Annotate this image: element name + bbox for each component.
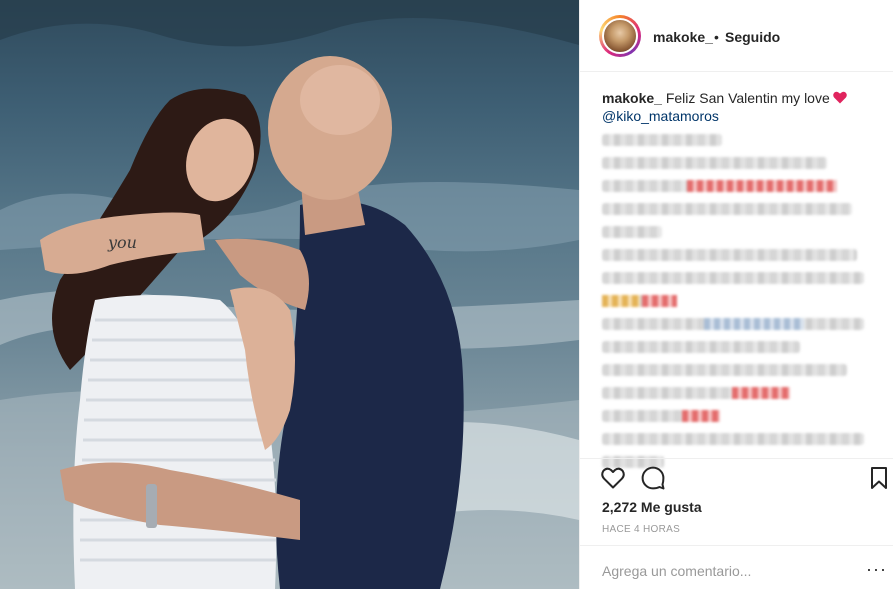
post-photo[interactable]: you: [0, 0, 579, 589]
story-ring[interactable]: [599, 15, 641, 57]
divider: [580, 545, 893, 546]
post-header: makoke_ • Seguido: [580, 0, 893, 72]
post-caption: makoke_ Feliz San Valentin my love @kiko…: [602, 89, 882, 125]
blurred-comments: [602, 134, 874, 479]
blurred-line: [602, 134, 722, 146]
blurred-line: [602, 364, 847, 376]
blurred-line: [602, 410, 720, 422]
header-separator: •: [714, 29, 719, 45]
blurred-line: [602, 203, 852, 215]
caption-mention-link[interactable]: @kiko_matamoros: [602, 108, 719, 124]
avatar[interactable]: [602, 18, 638, 54]
comment-input[interactable]: [602, 561, 842, 581]
post-timestamp[interactable]: HACE 4 HORAS: [602, 524, 680, 535]
blurred-line: [602, 341, 800, 353]
blurred-line: [602, 180, 837, 192]
blurred-line: [602, 295, 677, 307]
bookmark-icon[interactable]: [866, 465, 892, 491]
post-actions: [600, 465, 890, 491]
blurred-line: [602, 249, 857, 261]
heart-outline-icon[interactable]: [600, 465, 626, 491]
more-options-button[interactable]: ···: [866, 560, 887, 578]
caption-text: Feliz San Valentin my love: [661, 90, 830, 106]
follow-status-button[interactable]: Seguido: [725, 29, 780, 45]
blurred-line: [602, 433, 864, 445]
blurred-line: [602, 272, 864, 284]
red-heart-icon: [832, 91, 847, 104]
blurred-line: [602, 387, 790, 399]
couple-photo: you: [0, 0, 579, 589]
divider: [580, 458, 893, 459]
header-username[interactable]: makoke_: [653, 29, 713, 45]
post-panel: makoke_ • Seguido makoke_ Feliz San Vale…: [579, 0, 893, 589]
speech-bubble-icon[interactable]: [640, 465, 666, 491]
blurred-line: [602, 157, 827, 169]
caption-username[interactable]: makoke_: [602, 90, 662, 106]
blurred-line: [602, 226, 662, 238]
blurred-line: [602, 318, 864, 330]
svg-text:you: you: [107, 233, 137, 252]
like-count[interactable]: 2,272 Me gusta: [602, 499, 702, 515]
